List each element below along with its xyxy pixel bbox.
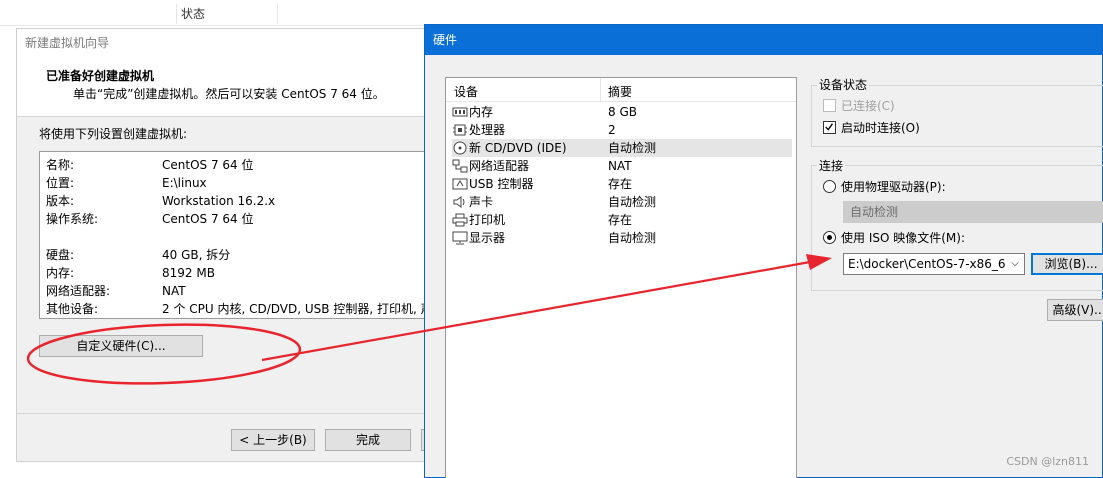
device-item-sound[interactable]: 声卡 自动检测: [452, 193, 792, 211]
setting-row-memory: 内存: 8192 MB: [46, 266, 215, 280]
connected-checkbox[interactable]: [823, 99, 836, 112]
device-item-cd-dvd[interactable]: 新 CD/DVD (IDE) 自动检测: [452, 139, 792, 157]
usb-icon: [452, 178, 468, 190]
settings-summary-panel: 名称: CentOS 7 64 位 位置: E:\linux 版本: Workstat…: [39, 151, 437, 319]
memory-icon: [452, 107, 468, 117]
device-item-display[interactable]: 显示器 自动检测: [452, 229, 792, 247]
setting-row-network: 网络适配器: NAT: [46, 284, 186, 298]
printer-icon: [452, 213, 468, 227]
wizard-intro: 将使用下列设置创建虚拟机:: [39, 127, 188, 141]
finish-button[interactable]: 完成: [325, 429, 411, 451]
wizard-heading: 已准备好创建虚拟机: [46, 69, 155, 83]
device-status-group: [811, 85, 1103, 147]
wizard-subheading: 单击“完成”创建虚拟机。然后可以安装 CentOS 7 64 位。: [73, 87, 385, 101]
customize-hardware-button[interactable]: 自定义硬件(C)...: [39, 335, 203, 357]
device-item-network[interactable]: 网络适配器 NAT: [452, 157, 792, 175]
hardware-title: 硬件: [425, 25, 1102, 55]
device-status-label: 设备状态: [817, 76, 870, 93]
advanced-button[interactable]: 高级(V)...: [1047, 299, 1103, 321]
network-icon: [452, 159, 468, 173]
physical-drive-radio[interactable]: [823, 180, 836, 193]
column-separator: [600, 78, 601, 102]
chevron-down-icon[interactable]: ⌵: [1006, 254, 1024, 274]
checkmark-icon: [825, 123, 834, 131]
new-vm-wizard-dialog: 新建虚拟机向导 已准备好创建虚拟机 单击“完成”创建虚拟机。然后可以安装 Cen…: [16, 28, 437, 462]
connect-at-power-on-checkbox[interactable]: [823, 121, 836, 134]
setting-row-version: 版本: Workstation 16.2.x: [46, 194, 276, 208]
setting-row-disk: 硬盘: 40 GB, 拆分: [46, 248, 231, 262]
connect-at-power-on-label: 启动时连接(O): [841, 121, 920, 135]
connection-label: 连接: [817, 157, 846, 174]
monitor-icon: [452, 231, 468, 245]
col-device: 设备: [454, 85, 479, 99]
col-summary: 摘要: [608, 85, 633, 99]
cpu-icon: [453, 124, 467, 136]
device-item-printer[interactable]: 打印机 存在: [452, 211, 792, 229]
connected-label: 已连接(C): [841, 99, 895, 113]
watermark: CSDN @lzn811: [1006, 455, 1089, 468]
setting-row-os: 操作系统: CentOS 7 64 位: [46, 212, 254, 226]
physical-drive-label: 使用物理驱动器(P):: [841, 180, 946, 194]
setting-row-location: 位置: E:\linux: [46, 176, 207, 190]
iso-path-value: E:\docker\CentOS-7-x86_64: [848, 257, 1014, 271]
device-item-cpu[interactable]: 处理器 2: [452, 121, 792, 139]
device-list: 设备 摘要 内存 8 GB 处理器 2 新 CD/DVD (IDE) 自动检测 …: [445, 77, 797, 478]
wizard-header: 已准备好创建虚拟机 单击“完成”创建虚拟机。然后可以安装 CentOS 7 64…: [17, 59, 435, 117]
wizard-footer-divider: [17, 413, 435, 414]
device-list-header: 设备 摘要: [446, 78, 796, 102]
device-item-memory[interactable]: 内存 8 GB: [452, 103, 792, 121]
cd-icon: [453, 141, 467, 155]
iso-file-label: 使用 ISO 映像文件(M):: [841, 231, 965, 245]
physical-drive-select[interactable]: 自动检测: [843, 201, 1103, 223]
setting-row-name: 名称: CentOS 7 64 位: [46, 158, 254, 172]
browse-button[interactable]: 浏览(B)...: [1031, 253, 1103, 275]
background-table-header: 状态: [0, 0, 1103, 26]
status-column-header: 状态: [176, 4, 278, 24]
speaker-icon: [453, 196, 465, 208]
iso-file-radio[interactable]: [823, 231, 836, 244]
hardware-dialog: 硬件 设备 摘要 内存 8 GB 处理器 2 新 CD/DVD (IDE) 自动…: [424, 24, 1103, 478]
iso-path-combobox[interactable]: E:\docker\CentOS-7-x86_64 ⌵: [843, 253, 1025, 275]
device-item-usb[interactable]: USB 控制器 存在: [452, 175, 792, 193]
setting-row-other: 其他设备: 2 个 CPU 内核, CD/DVD, USB 控制器, 打印机, 声: [46, 302, 433, 316]
wizard-title: 新建虚拟机向导: [17, 29, 435, 59]
back-button[interactable]: < 上一步(B): [231, 429, 315, 451]
